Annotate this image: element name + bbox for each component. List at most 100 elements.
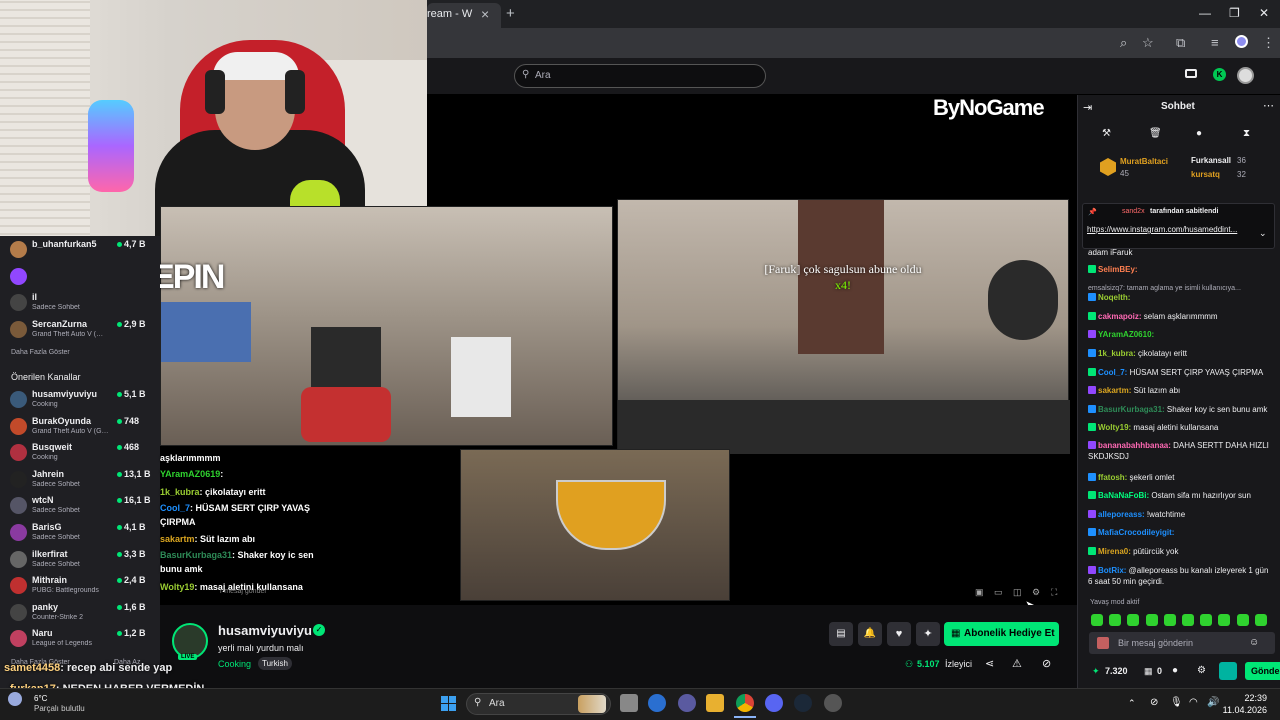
followed-item[interactable]: SercanZurna Grand Theft Auto V (… 2,9 B — [0, 317, 160, 343]
user-avatar[interactable] — [1237, 67, 1254, 84]
emote-icon[interactable] — [1109, 614, 1122, 626]
sparkle-icon[interactable]: ✦ — [916, 622, 940, 646]
recommended-item[interactable]: panky Counter-Strike 2 1,6 B — [0, 600, 160, 626]
file-explorer-icon[interactable] — [706, 694, 724, 712]
chat-bubble-icon[interactable]: ● — [1196, 128, 1202, 139]
emote-icon[interactable] — [1218, 614, 1231, 626]
bell-icon[interactable]: 🔔 — [858, 622, 882, 646]
steam-icon[interactable] — [794, 694, 812, 712]
app-icon-2[interactable] — [678, 694, 696, 712]
microphone-icon[interactable]: 🎙 — [1170, 697, 1183, 708]
app-icon-1[interactable] — [648, 694, 666, 712]
share-icon[interactable]: ⋖ — [985, 657, 994, 670]
chat-username[interactable]: BasurKurbaga31: — [1098, 405, 1165, 414]
emote-icon[interactable] — [1145, 614, 1158, 626]
theatre-icon[interactable]: ▭ — [994, 587, 1003, 598]
language-tag[interactable]: Turkish — [258, 657, 292, 670]
task-view-icon[interactable] — [620, 694, 638, 712]
fullscreen-icon[interactable]: ⛶ — [1051, 587, 1057, 598]
clip-button[interactable]: ▤ — [829, 622, 853, 646]
tab-close-icon[interactable]: × — [481, 6, 489, 22]
chat-settings-icon[interactable]: ⚙ — [1197, 665, 1206, 676]
chat-username[interactable]: Wolty19: — [1098, 423, 1131, 432]
recommended-item[interactable]: ilkerfirat Sadece Sohbet 3,3 B — [0, 547, 160, 573]
minimize-button[interactable]: — — [1199, 6, 1211, 20]
prime-icon[interactable] — [1185, 69, 1197, 78]
gift-sub-button[interactable]: Abonelik Hediye Et — [944, 622, 1059, 646]
chat-username[interactable]: SelimBEy: — [1098, 265, 1138, 274]
clock-date[interactable]: 11.04.2026 — [1218, 705, 1267, 715]
chat-menu-icon[interactable]: ⋯ — [1263, 99, 1274, 112]
emote-icon[interactable] — [1200, 614, 1213, 626]
media-control-icon[interactable]: ≡ — [1211, 35, 1219, 50]
app-icon-3[interactable] — [824, 694, 842, 712]
emote-icon[interactable] — [1163, 614, 1176, 626]
mute-icon[interactable]: ⊘ — [1042, 657, 1051, 670]
stream-category[interactable]: Cooking — [218, 659, 251, 669]
wifi-icon[interactable]: ◠ — [1189, 697, 1198, 708]
bot-icon[interactable] — [1219, 662, 1237, 680]
new-tab-button[interactable]: + — [506, 5, 515, 22]
store-icon[interactable]: ▦ — [1144, 666, 1153, 677]
chat-username[interactable]: BotRix: — [1098, 566, 1126, 575]
chat-username[interactable]: BaNaNaFoBi: — [1098, 491, 1149, 500]
profile-avatar[interactable] — [1235, 35, 1248, 48]
recommended-item[interactable]: Busqweit Cooking 468 — [0, 440, 160, 466]
maximize-button[interactable]: ❐ — [1229, 6, 1240, 20]
extensions-icon[interactable]: ⧉ — [1176, 35, 1185, 51]
leader-3-name[interactable]: kursatq — [1191, 170, 1220, 179]
recommended-item[interactable]: Jahrein Sadece Sohbet 13,1 B — [0, 467, 160, 493]
collapse-chat-icon[interactable]: ⇥ — [1083, 101, 1092, 114]
tray-chevron-icon[interactable]: ⌃ — [1128, 698, 1136, 709]
followed-item[interactable] — [0, 264, 160, 290]
followed-item[interactable]: il Sadece Sohbet — [0, 290, 160, 316]
timer-icon[interactable]: ⧗ — [1243, 128, 1250, 139]
menu-icon[interactable]: ⋮ — [1262, 35, 1275, 51]
search-input[interactable]: Ara — [514, 64, 766, 88]
leader-1-name[interactable]: MuratBaltaci — [1120, 157, 1168, 166]
clip-icon[interactable]: ▣ — [975, 587, 984, 598]
recommended-item[interactable]: husamviyuviyu Cooking 5,1 B — [0, 387, 160, 413]
emote-icon[interactable] — [1127, 614, 1140, 626]
chat-username[interactable]: MafiaCrocodileyigit: — [1098, 528, 1174, 537]
chat-username[interactable]: Mirena0: — [1098, 547, 1131, 556]
chat-username[interactable]: bananabahhbanaa: — [1098, 441, 1171, 450]
emote-icon[interactable] — [1236, 614, 1249, 626]
browser-tab[interactable]: ream - W — [427, 3, 501, 28]
report-icon[interactable]: ⚠ — [1012, 657, 1022, 670]
mod-tools-icon[interactable]: ⚒ — [1102, 128, 1111, 139]
pinned-expand-icon[interactable]: ⌄ — [1259, 228, 1267, 239]
pip-icon[interactable]: ◫ — [1013, 587, 1022, 598]
recommended-item[interactable]: wtcN Sadece Sohbet 16,1 B — [0, 493, 160, 519]
followed-item[interactable]: b_uhanfurkan5 4,7 B — [0, 237, 160, 263]
bookmark-star-icon[interactable]: ☆ — [1142, 35, 1154, 51]
kick-icon[interactable]: K — [1213, 68, 1226, 81]
show-more-link[interactable]: Daha Fazla Göster — [11, 349, 70, 356]
tray-icon-1[interactable]: ⊘ — [1150, 697, 1158, 708]
recommended-item[interactable]: Mithrain PUBG: Battlegrounds 2,4 B — [0, 573, 160, 599]
recommended-item[interactable]: BurakOyunda Grand Theft Auto V (G… 748 — [0, 414, 160, 440]
chat-username[interactable]: alleporeass: — [1098, 510, 1145, 519]
chrome-icon[interactable] — [736, 694, 754, 712]
settings-icon[interactable]: ⚙ — [1032, 587, 1040, 598]
recommended-item[interactable]: BarisG Sadece Sohbet 4,1 B — [0, 520, 160, 546]
chat-username[interactable]: ffatosh: — [1098, 473, 1127, 482]
windows-start-icon[interactable] — [441, 696, 456, 711]
chat-username[interactable]: Cool_7: — [1098, 368, 1127, 377]
pinned-link[interactable]: https://www.instagram.com/husameddint... — [1087, 224, 1252, 235]
emote-icon[interactable] — [1091, 614, 1103, 626]
channel-points[interactable]: 7.320 — [1105, 666, 1128, 676]
clock-time[interactable]: 22:39 — [1237, 693, 1267, 703]
emoji-icon[interactable]: ☺ — [1249, 637, 1259, 648]
send-button[interactable]: Gönder — [1245, 662, 1280, 680]
close-window-button[interactable]: ✕ — [1259, 6, 1269, 20]
emote-icon[interactable] — [1182, 614, 1194, 626]
recommended-item[interactable]: Naru League of Legends 1,2 B — [0, 626, 160, 652]
chat-username[interactable]: sakartm: — [1098, 386, 1131, 395]
leader-2-name[interactable]: Furkansall — [1191, 156, 1231, 165]
discord-icon[interactable] — [765, 694, 783, 712]
follow-heart-button[interactable]: ♥ — [887, 622, 911, 646]
chat-username[interactable]: 1k_kubra: — [1098, 349, 1136, 358]
channel-name[interactable]: husamviyuviyu — [218, 623, 312, 638]
zoom-icon[interactable]: ⌕ — [1120, 35, 1127, 51]
